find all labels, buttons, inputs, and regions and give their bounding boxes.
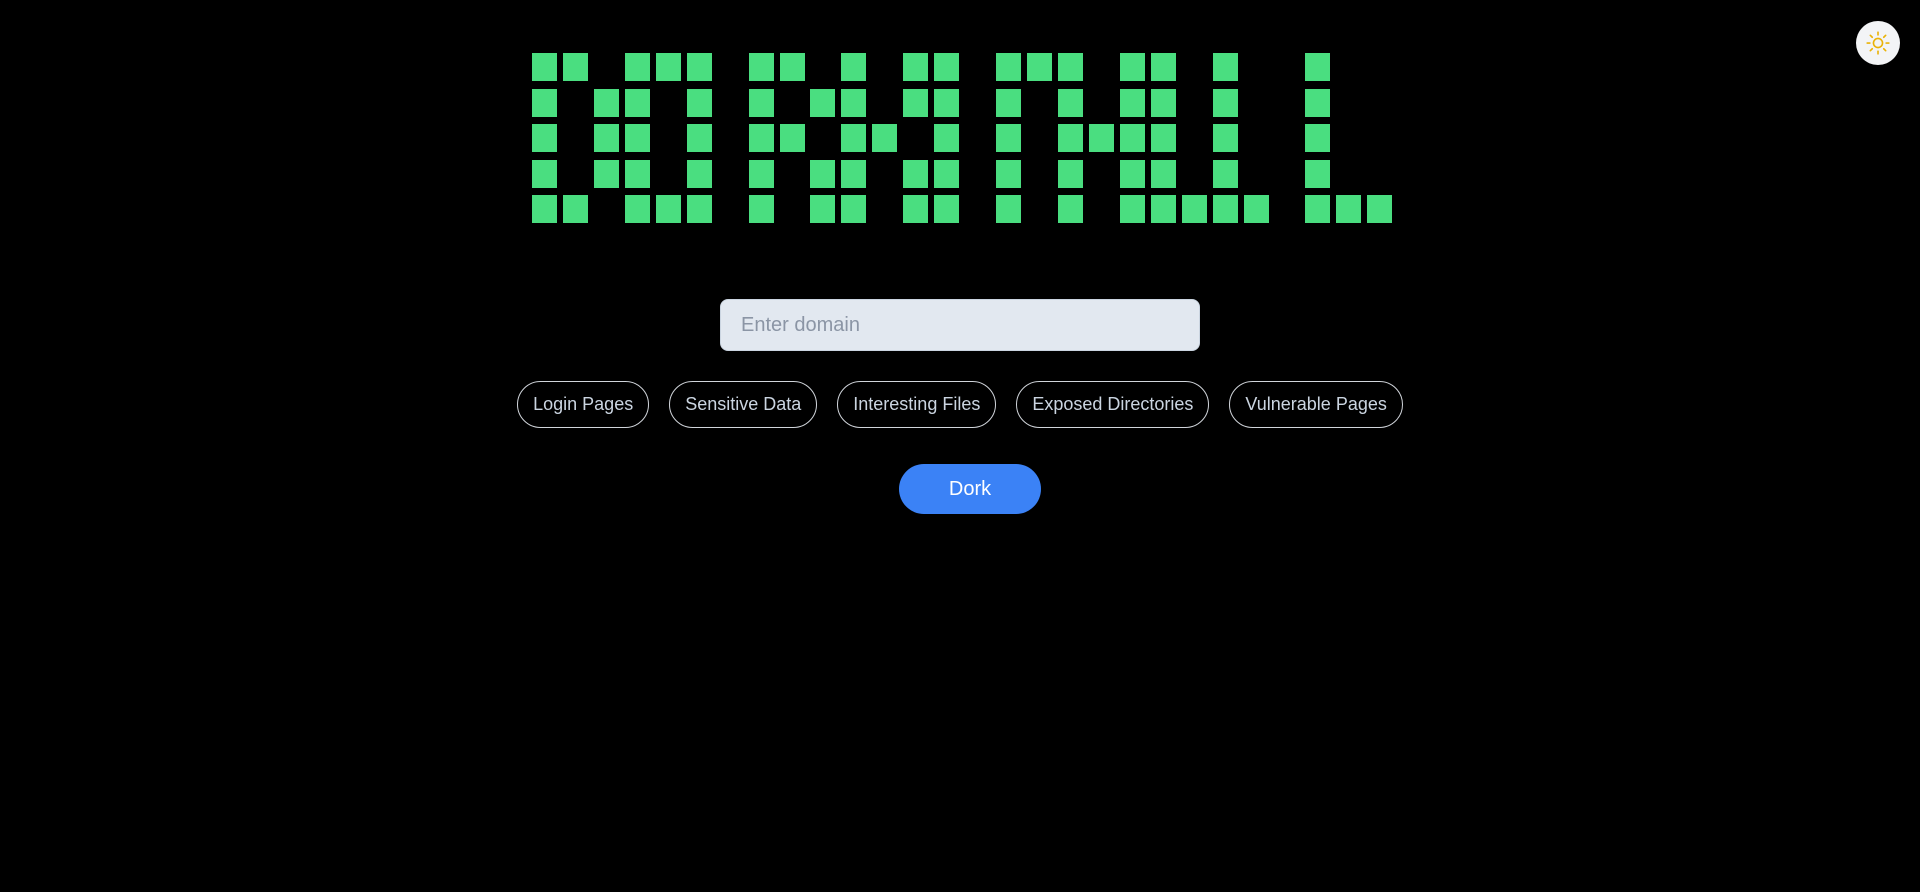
logo-block — [903, 88, 929, 117]
logo-block — [562, 195, 588, 223]
filter-interesting-files[interactable]: Interesting Files — [837, 381, 997, 428]
logo-block — [934, 195, 960, 223]
logo-block — [779, 124, 805, 152]
logo-block — [996, 88, 1022, 117]
logo-block — [686, 53, 712, 81]
logo-block — [1305, 53, 1331, 81]
logo-block — [686, 88, 712, 117]
filter-sensitive-data[interactable]: Sensitive Data — [669, 381, 818, 428]
logo-block — [1057, 124, 1083, 152]
logo-block — [1150, 53, 1176, 81]
logo-block — [1181, 195, 1207, 223]
filter-exposed-directories[interactable]: Exposed Directories — [1016, 381, 1210, 428]
logo-block — [1367, 195, 1393, 223]
logo-block — [1150, 159, 1176, 188]
logo-block — [1305, 159, 1331, 188]
logo-block — [934, 159, 960, 188]
logo-block — [1150, 195, 1176, 223]
logo-block — [1305, 195, 1331, 223]
logo-block — [1088, 124, 1114, 152]
logo-block — [624, 195, 650, 223]
logo — [532, 53, 1393, 223]
logo-block — [532, 195, 557, 223]
logo-block — [810, 88, 836, 117]
filter-vulnerable-pages[interactable]: Vulnerable Pages — [1229, 381, 1403, 428]
logo-block — [593, 124, 619, 152]
logo-block — [934, 53, 960, 81]
logo-block — [996, 53, 1022, 81]
logo-block — [1305, 88, 1331, 117]
logo-block — [1212, 53, 1238, 81]
logo-block — [903, 53, 929, 81]
logo-block — [872, 124, 898, 152]
dork-button[interactable]: Dork — [899, 464, 1041, 514]
logo-block — [1212, 88, 1238, 117]
logo-block — [903, 159, 929, 188]
logo-block — [1212, 124, 1238, 152]
logo-block — [996, 159, 1022, 188]
logo-block — [1119, 88, 1145, 117]
logo-block — [532, 88, 557, 117]
logo-block — [655, 195, 681, 223]
logo-block — [748, 159, 774, 188]
logo-block — [593, 88, 619, 117]
theme-toggle-button[interactable] — [1856, 21, 1900, 65]
logo-block — [686, 124, 712, 152]
logo-block — [1119, 53, 1145, 81]
sun-icon — [1866, 31, 1890, 55]
logo-block — [1057, 88, 1083, 117]
logo-block — [532, 159, 557, 188]
logo-block — [1057, 195, 1083, 223]
logo-block — [1305, 124, 1331, 152]
logo-block — [810, 195, 836, 223]
logo-block — [841, 124, 867, 152]
logo-block — [1027, 53, 1052, 81]
logo-block — [934, 124, 960, 152]
logo-block — [1150, 88, 1176, 117]
logo-block — [1119, 195, 1145, 223]
logo-block — [748, 124, 774, 152]
logo-block — [624, 53, 650, 81]
logo-block — [841, 88, 867, 117]
logo-block — [934, 88, 960, 117]
logo-block — [1119, 124, 1145, 152]
logo-block — [1336, 195, 1362, 223]
logo-block — [532, 53, 557, 81]
logo-block — [1150, 124, 1176, 152]
logo-block — [1212, 195, 1238, 223]
logo-block — [624, 124, 650, 152]
logo-block — [532, 124, 557, 152]
filter-login-pages[interactable]: Login Pages — [517, 381, 650, 428]
logo-block — [748, 53, 774, 81]
logo-block — [1212, 159, 1238, 188]
logo-block — [655, 53, 681, 81]
logo-block — [1057, 53, 1083, 81]
logo-block — [1243, 195, 1269, 223]
logo-block — [686, 195, 712, 223]
logo-block — [624, 88, 650, 117]
logo-block — [1057, 159, 1083, 188]
logo-block — [1119, 159, 1145, 188]
logo-block — [996, 124, 1022, 152]
logo-block — [686, 159, 712, 188]
logo-block — [748, 195, 774, 223]
logo-block — [810, 159, 836, 188]
logo-block — [841, 53, 867, 81]
logo-block — [624, 159, 650, 188]
page: Login Pages Sensitive Data Interesting F… — [0, 0, 1920, 892]
logo-block — [593, 159, 619, 188]
logo-block — [779, 53, 805, 81]
logo-block — [748, 88, 774, 117]
logo-block — [996, 195, 1022, 223]
logo-block — [841, 159, 867, 188]
dork-category-filters: Login Pages Sensitive Data Interesting F… — [0, 381, 1920, 428]
logo-block — [841, 195, 867, 223]
domain-input[interactable] — [720, 299, 1200, 351]
logo-block — [562, 53, 588, 81]
logo-block — [903, 195, 929, 223]
